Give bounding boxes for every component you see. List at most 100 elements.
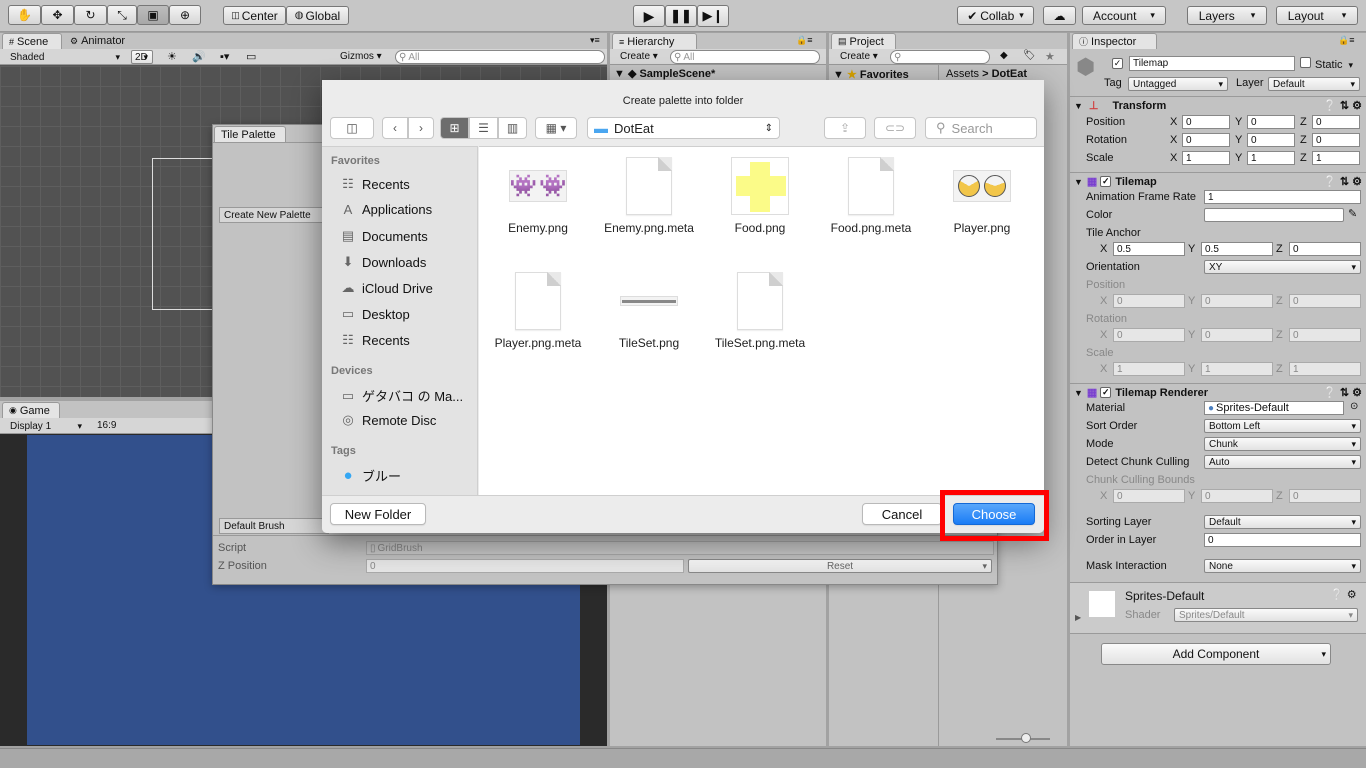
tab-project[interactable]: ▤ Project [831,33,896,49]
eyedropper-icon[interactable]: ✎ [1348,207,1357,220]
vector-field[interactable]: 1 [1182,151,1230,165]
move-tool-button[interactable]: ✥ [41,5,74,25]
rect-tool-button[interactable]: ▣ [137,5,169,25]
vector-field[interactable]: 0 [1312,133,1360,147]
object-picker-icon[interactable]: ⊙ [1350,401,1358,412]
layers-dropdown[interactable]: Layers ▾ [1187,6,1267,25]
file-player-meta[interactable]: Player.png.meta [483,272,593,350]
pivot-global-button[interactable]: ◍ Global [286,6,349,25]
project-search-input[interactable]: ⚲ [890,50,990,64]
tab-game[interactable]: ◉ Game [2,402,60,418]
vector-field[interactable]: 0.5 [1113,242,1185,256]
file-player-png[interactable]: Player.png [927,157,1037,235]
hierarchy-search-input[interactable]: ⚲ All [670,50,820,64]
culling-dropdown[interactable]: Auto [1204,455,1361,469]
file-enemy-meta[interactable]: Enemy.png.meta [594,157,704,235]
vector-field[interactable]: 0 [1182,115,1230,129]
create-new-palette-dropdown[interactable]: Create New Palette [219,207,329,223]
sidebar-item-applications[interactable]: A Applications [340,202,432,217]
camera-icon[interactable]: ▭ [246,50,256,63]
shader-dropdown[interactable]: Sprites/Default [1174,608,1358,622]
orientation-dropdown[interactable]: XY [1204,260,1361,274]
object-name-input[interactable]: Tilemap [1129,56,1295,71]
active-checkbox[interactable]: ✓ [1112,57,1127,69]
material-field[interactable]: ● Sprites-Default [1204,401,1344,415]
effects-icon[interactable]: ▪▾ [220,50,229,63]
step-button[interactable]: ▶❙ [697,5,729,27]
sidebar-item-mac[interactable]: ▭ ゲタバコ の Ma... [340,386,463,405]
mode-dropdown[interactable]: Chunk [1204,437,1361,451]
hierarchy-create-dropdown[interactable]: Create ▾ [620,51,658,62]
sort-order-dropdown[interactable]: Bottom Left [1204,419,1361,433]
vector-field[interactable]: 0 [1247,115,1295,129]
group-button[interactable]: ▦ ▾ [535,117,577,139]
lock-icon[interactable]: 🔒≡ [796,35,812,46]
vector-field[interactable]: 0 [1247,133,1295,147]
breadcrumb-dotEat[interactable]: DotEat [992,68,1027,80]
star-icon[interactable]: ★ [1045,50,1055,63]
vector-field[interactable]: 0 [1312,115,1360,129]
account-dropdown[interactable]: Account ▾ [1082,6,1166,25]
back-button[interactable]: ‹ [382,117,408,139]
tab-animator[interactable]: ⚙ Animator [64,33,144,49]
sidebar-item-recents[interactable]: ☷ Recents [340,176,410,192]
scene-search-input[interactable]: ⚲ All [395,50,605,64]
transform-header[interactable]: ▼ ⊥ Transform ❔ ⇅ ⚙ [1070,96,1366,114]
default-brush-dropdown[interactable]: Default Brush [219,518,329,534]
forward-button[interactable]: › [408,117,434,139]
tag-button[interactable]: ⊂⊃ [874,117,916,139]
column-view-button[interactable]: ▥ [498,117,527,139]
tilemap-header[interactable]: ▼ ▦ ✓ Tilemap ❔ ⇅ ⚙ [1070,172,1366,190]
hierarchy-scene-row[interactable]: ▼ ◆ SampleScene* [614,67,715,80]
file-enemy-png[interactable]: 👾 👾 Enemy.png [483,157,593,235]
display-dropdown[interactable]: Display 1 [6,419,86,433]
pause-button[interactable]: ❚❚ [665,5,697,27]
light-icon[interactable]: ☀ [167,50,177,63]
dialog-search-input[interactable]: ⚲ Search [925,117,1037,139]
sorting-layer-dropdown[interactable]: Default [1204,515,1361,529]
choose-button[interactable]: Choose [953,503,1035,525]
file-food-meta[interactable]: Food.png.meta [816,157,926,235]
tilemap-renderer-header[interactable]: ▼ ▦ ✓ Tilemap Renderer ❔ ⇅ ⚙ [1070,383,1366,401]
file-food-png[interactable]: Food.png [705,157,815,235]
hand-tool-button[interactable]: ✋ [8,5,41,25]
list-view-button[interactable]: ☰ [469,117,498,139]
vector-field[interactable]: 0 [1289,242,1361,256]
color-swatch[interactable] [1204,208,1344,222]
rotate-tool-button[interactable]: ↻ [74,5,107,25]
collab-button[interactable]: ✔ Collab ▾ [957,6,1034,25]
aspect-dropdown[interactable]: 16:9 [97,420,116,431]
mask-interaction-dropdown[interactable]: None [1204,559,1361,573]
tag-dropdown[interactable]: Untagged [1128,77,1228,91]
file-tileset-png[interactable]: TileSet.png [594,272,704,350]
gear-icon[interactable]: ❔ ⇅ ⚙ [1323,175,1362,188]
mode-2d-toggle[interactable]: 2D [131,50,153,64]
vector-field[interactable]: 1 [1247,151,1295,165]
gear-icon[interactable]: ❔ ⇅ ⚙ [1323,99,1362,112]
gizmos-dropdown[interactable]: Gizmos ▾ [340,51,382,62]
scale-tool-button[interactable]: ⤡ [107,5,137,25]
audio-icon[interactable]: 🔊 [192,50,206,63]
sidebar-item-recents[interactable]: ☷ Recents [340,332,410,348]
sidebar-item-downloads[interactable]: ⬇ Downloads [340,254,427,270]
tab-inspector[interactable]: ⓘ Inspector [1072,33,1157,49]
filter-icon[interactable]: ◆ [1000,50,1008,61]
sidebar-item-tag-blue[interactable]: ● ブルー [340,466,401,485]
pivot-center-button[interactable]: ◫ Center [223,6,286,25]
vector-field[interactable]: 0.5 [1201,242,1273,256]
tab-hierarchy[interactable]: ≡ Hierarchy [612,33,697,49]
new-folder-button[interactable]: New Folder [330,503,426,525]
panel-menu-icon[interactable]: ▾≡ [590,35,600,46]
sidebar-toggle-button[interactable]: ◫ [330,117,374,139]
shading-dropdown[interactable]: Shaded [6,50,124,64]
inspector-lock-icon[interactable]: 🔒≡ [1338,35,1354,46]
vector-field[interactable]: 1 [1312,151,1360,165]
transform-tool-button[interactable]: ⊕ [169,5,201,25]
tab-scene[interactable]: # Scene [2,33,62,49]
share-button[interactable]: ⇪ [824,117,866,139]
file-tileset-meta[interactable]: TileSet.png.meta [705,272,815,350]
zoom-slider-thumb[interactable] [1021,733,1031,743]
gear-icon[interactable]: ❔ ⇅ ⚙ [1323,386,1362,399]
z-position-field[interactable]: 0 [366,559,684,573]
layer-dropdown[interactable]: Default [1268,77,1360,91]
